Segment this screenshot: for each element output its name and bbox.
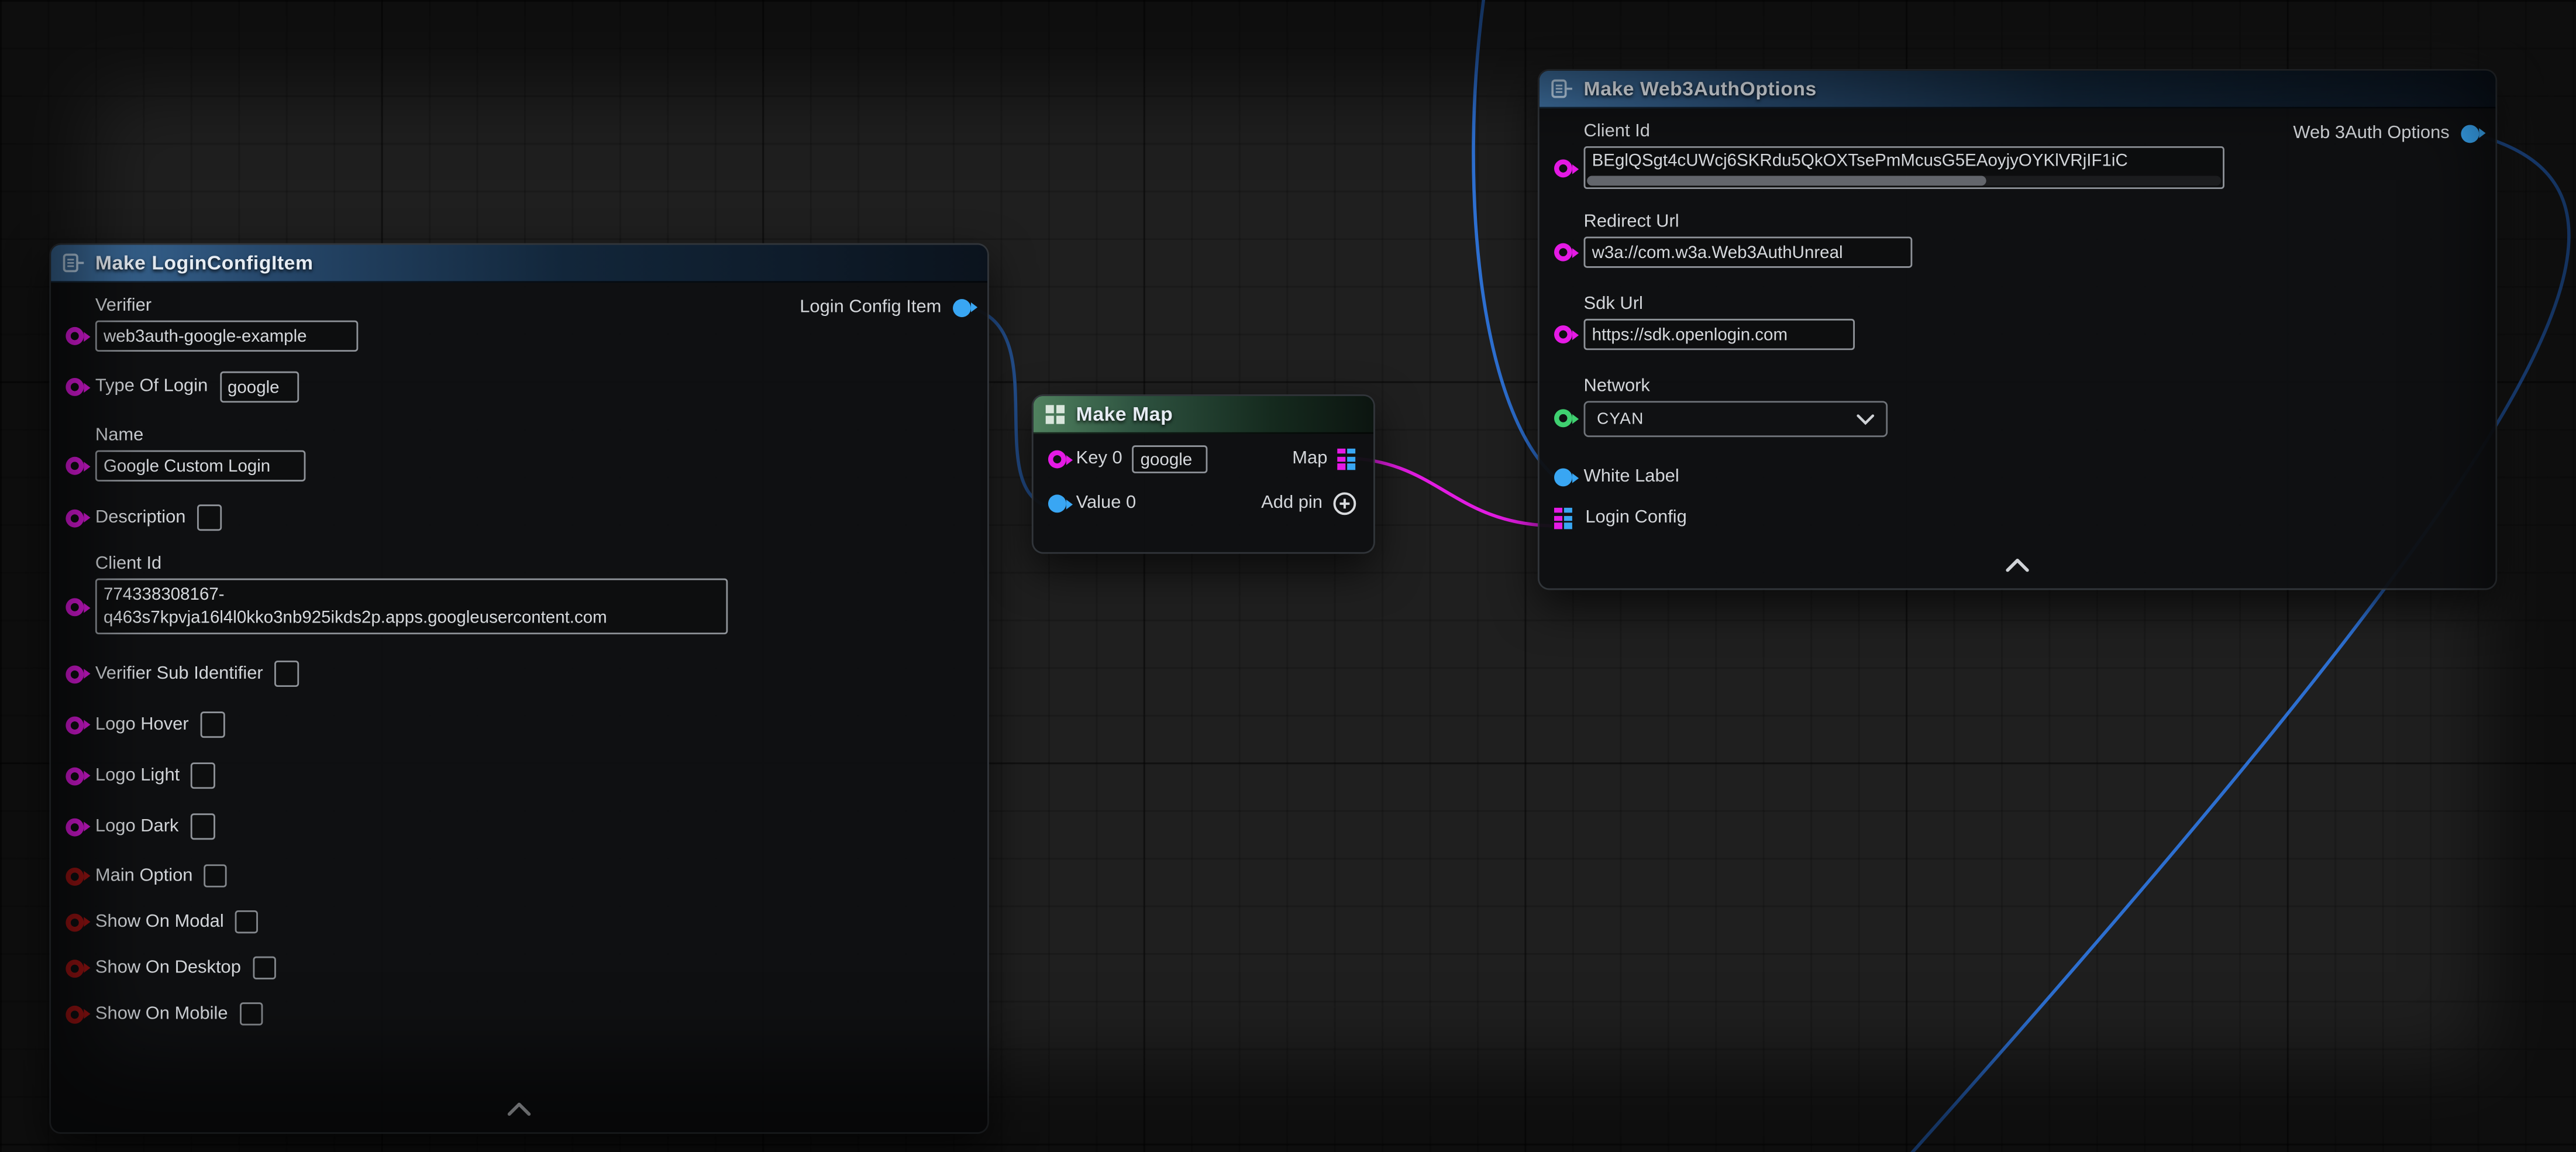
node-title: Make Map [1076,403,1173,425]
node-make-web3authoptions[interactable]: Make Web3AuthOptions Client Id BEglQSgt4… [1538,69,2497,590]
logo-dark-label: Logo Dark [95,816,179,838]
description-label: Description [95,507,186,528]
client-id-pin[interactable] [66,598,84,616]
type-of-login-label: Type Of Login [95,376,208,398]
show-on-mobile-label: Show On Mobile [95,1003,228,1025]
redirect-url-input[interactable] [1584,236,1913,267]
show-on-mobile-checkbox[interactable] [239,1002,262,1025]
main-option-checkbox[interactable] [204,864,227,887]
show-on-mobile-pin[interactable] [66,1005,84,1023]
sdk-url-input[interactable] [1584,319,1855,350]
network-label: Network [1584,376,1888,398]
value-0-pin[interactable] [1048,494,1066,513]
description-pin[interactable] [66,508,84,527]
sdk-url-pin[interactable] [1554,325,1572,343]
chevron-down-icon [1857,413,1875,425]
show-on-modal-label: Show On Modal [95,911,224,933]
map-output-label: Map [1292,449,1327,470]
verifier-sub-identifier-label: Verifier Sub Identifier [95,663,263,685]
collapse-node-button[interactable] [506,1095,532,1125]
login-config-item-output-label: Login Config Item [800,297,941,317]
node-make-map[interactable]: Make Map Key 0 Map Value 0 [1032,394,1375,553]
web3auth-options-output-label: Web 3Auth Options [2293,123,2449,143]
map-container-icon [1045,404,1066,425]
node-titlebar[interactable]: Make Web3AuthOptions [1540,71,2496,109]
show-on-modal-checkbox[interactable] [235,910,258,933]
redirect-url-pin[interactable] [1554,243,1572,262]
node-titlebar[interactable]: Make LoginConfigItem [51,245,987,283]
login-config-label: Login Config [1585,508,1687,529]
network-pin[interactable] [1554,409,1572,427]
node-title: Make Web3AuthOptions [1584,77,1817,100]
client-id-hscrollbar[interactable] [1587,176,2221,186]
chevron-up-icon [2005,559,2031,572]
verifier-sub-identifier-input[interactable] [274,661,299,687]
node-body: Key 0 Map Value 0 Add pin [1034,434,1373,515]
key-0-input[interactable] [1132,445,1208,473]
description-input[interactable] [197,504,222,531]
name-pin[interactable] [66,457,84,475]
redirect-url-label: Redirect Url [1584,212,1913,233]
network-selected-value: CYAN [1597,410,1644,428]
make-struct-icon [1551,77,1573,100]
show-on-desktop-checkbox[interactable] [253,957,275,979]
type-of-login-input[interactable] [219,372,298,403]
logo-light-pin[interactable] [66,766,84,785]
web3auth-client-id-pin[interactable] [1554,159,1572,177]
node-body: Client Id BEglQSgt4cUWcj6SKRdu5QkOXTsePm… [1540,108,2496,529]
chevron-up-icon [506,1103,532,1116]
client-id-hscrollbar-thumb[interactable] [1587,176,1986,186]
web3auth-client-id-input[interactable]: BEglQSgt4cUWcj6SKRdu5QkOXTsePmMcusG5EAoy… [1584,146,2224,189]
network-dropdown[interactable]: CYAN [1584,401,1888,437]
value-0-label: Value 0 [1076,493,1137,515]
web3auth-client-id-label: Client Id [1584,122,2224,143]
graph-canvas[interactable]: Make LoginConfigItem Verifier Login Conf… [0,0,2576,1152]
logo-dark-input[interactable] [190,813,215,840]
node-title: Make LoginConfigItem [95,252,314,274]
add-pin-label: Add pin [1261,493,1323,515]
key-0-pin[interactable] [1048,451,1066,469]
web3auth-client-id-value: BEglQSgt4cUWcj6SKRdu5QkOXTsePmMcusG5EAoy… [1585,148,2223,174]
make-struct-icon [63,252,85,274]
verifier-pin[interactable] [66,327,84,345]
verifier-input[interactable] [95,321,358,352]
name-input[interactable] [95,451,306,482]
plus-circle-icon [1332,491,1357,516]
white-label-pin[interactable] [1554,468,1572,486]
white-label-label: White Label [1584,467,1679,489]
web3auth-options-output-pin[interactable] [2461,124,2479,142]
show-on-desktop-pin[interactable] [66,959,84,977]
logo-hover-input[interactable] [200,711,225,738]
type-of-login-pin[interactable] [66,378,84,396]
node-titlebar[interactable]: Make Map [1034,396,1373,434]
main-option-label: Main Option [95,865,193,887]
client-id-input[interactable]: 774338308167-q463s7kpvja16l4l0kko3nb925i… [95,579,728,634]
main-option-pin[interactable] [66,867,84,885]
node-make-loginconfigitem[interactable]: Make LoginConfigItem Verifier Login Conf… [49,243,989,1134]
wire-map-to-loginconfig[interactable] [1355,459,1551,526]
logo-hover-pin[interactable] [66,716,84,734]
login-config-pin[interactable] [1554,508,1574,529]
collapse-node-button[interactable] [2005,551,2031,580]
verifier-label: Verifier [95,296,358,318]
show-on-modal-pin[interactable] [66,913,84,931]
logo-hover-label: Logo Hover [95,714,189,735]
verifier-sub-identifier-pin[interactable] [66,665,84,683]
add-pin-button[interactable] [1332,491,1357,516]
node-body: Verifier Login Config Item Type Of Login… [51,283,987,1026]
sdk-url-label: Sdk Url [1584,294,1855,316]
logo-light-input[interactable] [191,762,216,789]
map-output-pin[interactable] [1337,449,1357,470]
name-label: Name [95,425,306,447]
login-config-item-output-pin[interactable] [953,298,971,317]
logo-light-label: Logo Light [95,765,180,786]
logo-dark-pin[interactable] [66,817,84,835]
show-on-desktop-label: Show On Desktop [95,957,241,979]
client-id-label: Client Id [95,554,728,576]
key-0-label: Key 0 [1076,449,1122,470]
